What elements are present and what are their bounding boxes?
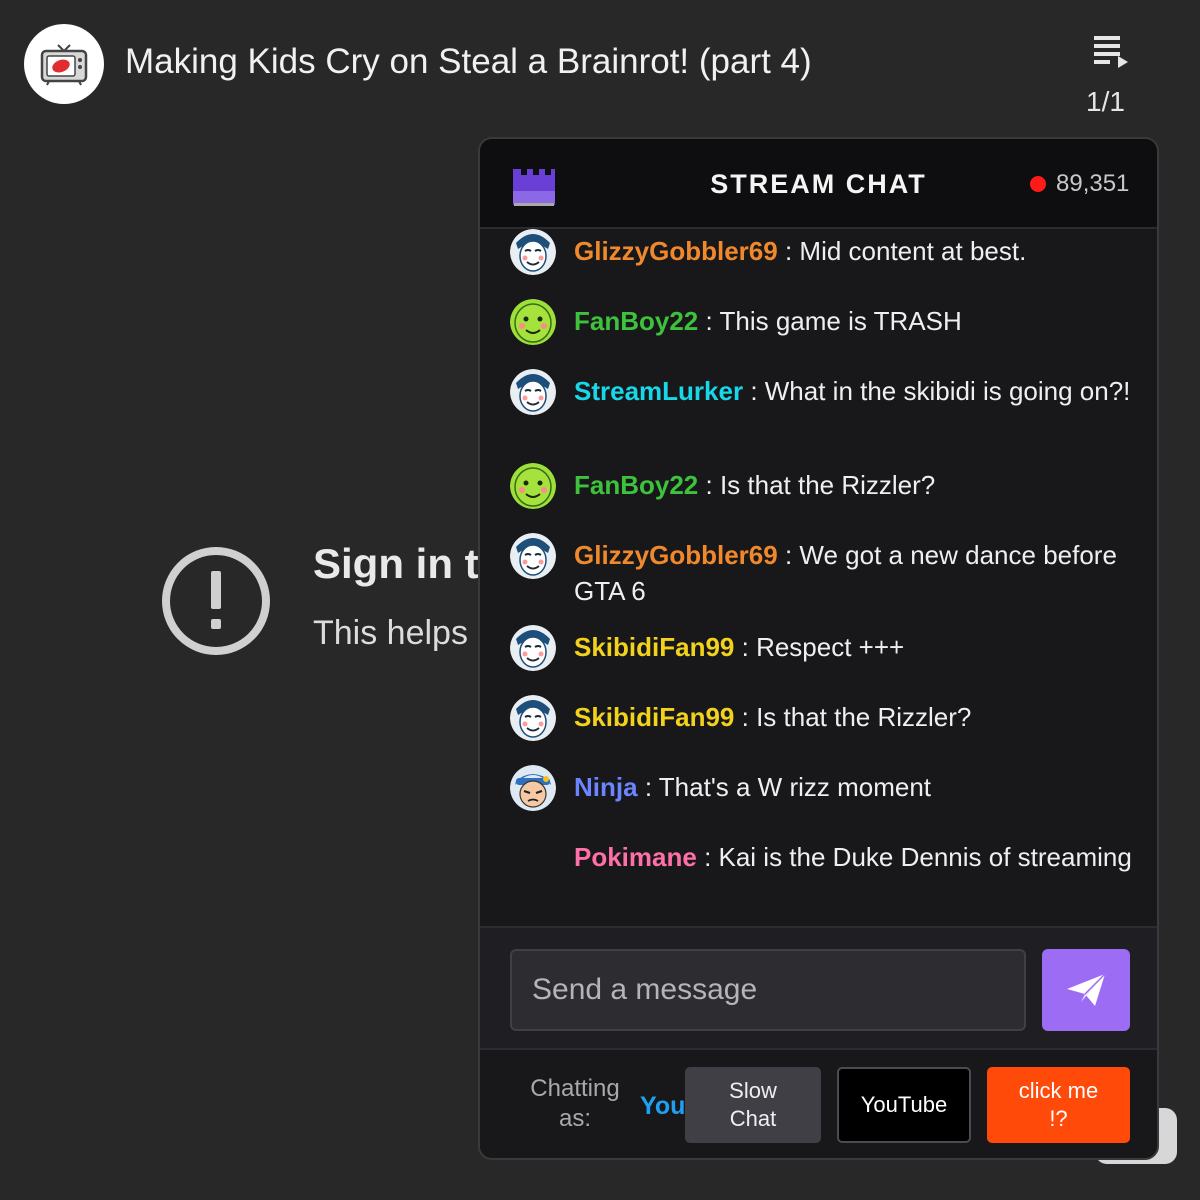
slow-chat-label: Slow Chat — [729, 1078, 777, 1131]
green-face-avatar — [510, 299, 556, 345]
chat-message-list[interactable]: GlizzyGobbler69 : Mid content at best. F… — [480, 229, 1157, 926]
signin-subtitle: This helps — [313, 614, 468, 652]
video-page: Making Kids Cry on Steal a Brainrot! (pa… — [0, 0, 1200, 1200]
chat-username[interactable]: GlizzyGobbler69 — [574, 236, 778, 266]
chat-username[interactable]: Ninja — [574, 772, 638, 802]
chat-header: STREAM CHAT 89,351 — [480, 139, 1157, 229]
chat-message-body: SkibidiFan99 : Respect +++ — [574, 629, 1134, 665]
channel-avatar[interactable] — [24, 24, 104, 104]
chat-text: : Mid content at best. — [784, 236, 1027, 266]
chat-username[interactable]: SkibidiFan99 — [574, 702, 734, 732]
click-me-button[interactable]: click me !? — [987, 1067, 1130, 1143]
chat-message-body: FanBoy22 : This game is TRASH — [574, 303, 1134, 339]
chat-input-area — [480, 926, 1157, 1050]
green-face-avatar — [510, 463, 556, 509]
chat-message-body: Pokimane : Kai is the Duke Dennis of str… — [574, 839, 1134, 875]
masked-face-avatar — [510, 533, 556, 579]
chat-username[interactable]: GlizzyGobbler69 — [574, 540, 778, 570]
live-indicator — [1030, 176, 1046, 192]
send-button[interactable] — [1042, 949, 1130, 1031]
tv-icon — [40, 44, 88, 86]
chat-message-body: GlizzyGobbler69 : We got a new dance bef… — [574, 537, 1134, 609]
chat-username[interactable]: Pokimane — [574, 842, 697, 872]
masked-face-avatar — [510, 695, 556, 741]
chat-username[interactable]: FanBoy22 — [574, 470, 698, 500]
playlist-position: 1/1 — [1086, 86, 1125, 117]
chat-message-body: SkibidiFan99 : Is that the Rizzler? — [574, 699, 1134, 735]
masked-face-avatar — [510, 229, 556, 275]
paper-plane-icon — [1067, 973, 1106, 1006]
ninja-avatar — [510, 765, 556, 811]
chat-text: : Respect +++ — [741, 632, 905, 662]
video-title[interactable]: Making Kids Cry on Steal a Brainrot! (pa… — [125, 42, 812, 82]
current-user-label: You — [640, 1092, 686, 1120]
message-input[interactable] — [510, 949, 1026, 1031]
playlist-play-icon[interactable] — [1090, 32, 1132, 72]
chat-message-body: Ninja : That's a W rizz moment — [574, 769, 1134, 805]
chat-text: : Is that the Rizzler? — [705, 470, 936, 500]
exclamation-circle-icon — [162, 547, 270, 655]
chat-text: : What in the skibidi is going on?! — [750, 376, 1131, 406]
youtube-button[interactable]: YouTube — [837, 1067, 971, 1143]
chat-text: : Is that the Rizzler? — [741, 702, 972, 732]
chatting-as-label: Chatting as: — [530, 1075, 620, 1132]
masked-face-avatar — [510, 625, 556, 671]
signin-title: Sign in t — [313, 540, 479, 587]
viewer-count: 89,351 — [1056, 170, 1130, 197]
chat-message-body: StreamLurker : What in the skibidi is go… — [574, 373, 1134, 409]
chat-text: : That's a W rizz moment — [644, 772, 932, 802]
chat-footer: Chatting as: You Slow Chat YouTube click… — [480, 1050, 1157, 1158]
chat-text: : This game is TRASH — [705, 306, 962, 336]
chat-message-body: GlizzyGobbler69 : Mid content at best. — [574, 233, 1134, 269]
stream-chat-panel: STREAM CHAT 89,351 GlizzyGobbler69 : Mid… — [478, 137, 1159, 1160]
chat-username[interactable]: FanBoy22 — [574, 306, 698, 336]
masked-face-avatar — [510, 369, 556, 415]
chat-username[interactable]: SkibidiFan99 — [574, 632, 734, 662]
chat-message-body: FanBoy22 : Is that the Rizzler? — [574, 467, 1134, 503]
slow-chat-button[interactable]: Slow Chat — [685, 1067, 821, 1143]
click-me-label: click me !? — [1018, 1078, 1099, 1131]
chat-text: : Kai is the Duke Dennis of streaming — [704, 842, 1132, 872]
chat-username[interactable]: StreamLurker — [574, 376, 743, 406]
